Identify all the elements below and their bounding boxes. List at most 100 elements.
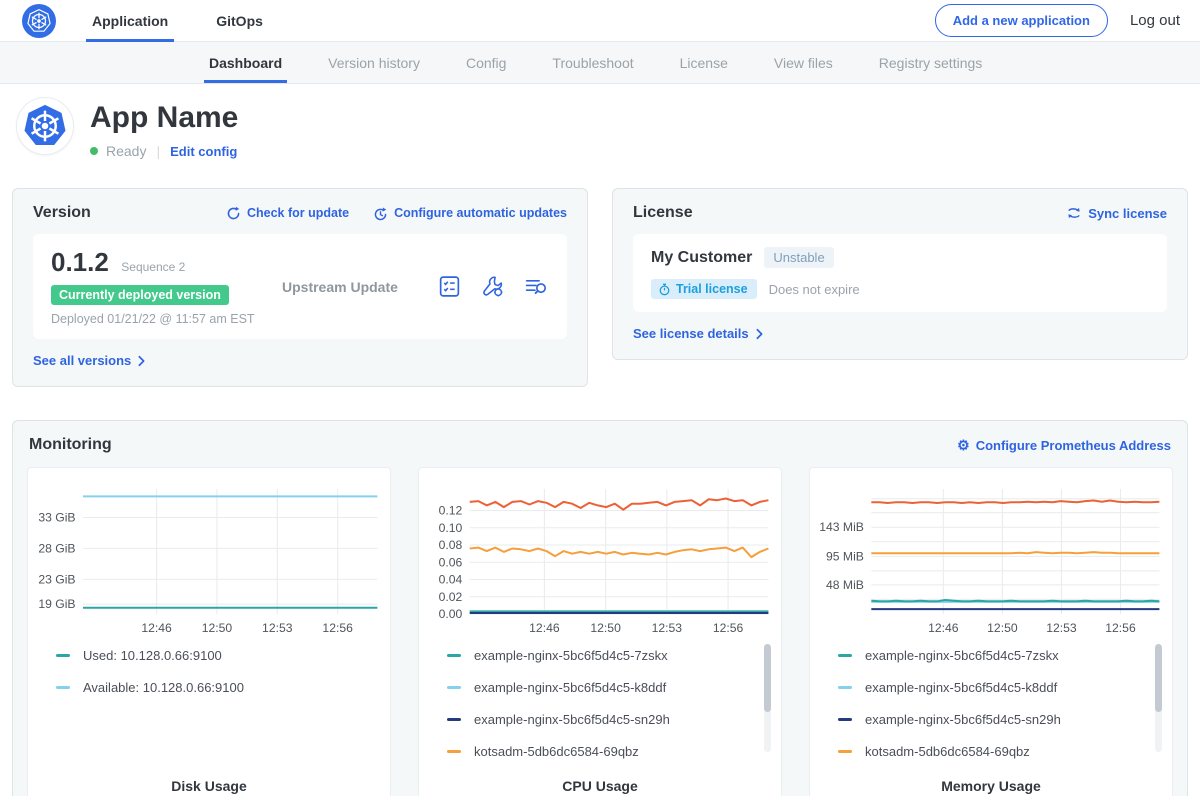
- memory-usage-title: Memory Usage: [812, 778, 1170, 794]
- svg-text:12:53: 12:53: [1046, 621, 1077, 635]
- legend-item: kotsadm-5db6dc6584-69qbz: [447, 744, 761, 759]
- legend-item: kotsadm-5db6dc6584-69qbz: [838, 744, 1152, 759]
- series-color-dash: [447, 686, 461, 689]
- legend-item: example-nginx-5bc6f5d4c5-sn29h: [447, 712, 761, 727]
- currently-deployed-badge: Currently deployed version: [51, 285, 229, 305]
- tab-config-label: Config: [466, 55, 506, 71]
- legend-scrollbar-thumb[interactable]: [764, 644, 771, 712]
- configure-automatic-updates-link[interactable]: Configure automatic updates: [373, 206, 567, 221]
- see-license-details-link[interactable]: See license details: [633, 326, 764, 341]
- page-title: App Name: [90, 101, 238, 135]
- monitoring-section: Monitoring ⚙ Configure Prometheus Addres…: [12, 420, 1188, 796]
- nav-tab-application[interactable]: Application: [86, 0, 174, 42]
- trial-license-label: Trial license: [676, 282, 748, 296]
- memory-usage-chart-card: 48 MiB95 MiB143 MiB12:4612:5012:5312:56 …: [809, 467, 1173, 796]
- trial-license-badge: Trial license: [651, 279, 757, 299]
- configure-automatic-updates-label: Configure automatic updates: [394, 206, 567, 220]
- legend-scrollbar-thumb[interactable]: [1155, 644, 1162, 712]
- license-card-title: License: [633, 204, 693, 222]
- legend-label: Used: 10.128.0.66:9100: [83, 648, 222, 663]
- legend-scrollbar-track[interactable]: [1155, 644, 1162, 752]
- view-logs-icon[interactable]: [523, 274, 549, 299]
- svg-text:12:56: 12:56: [322, 621, 353, 635]
- nav-tab-gitops[interactable]: GitOps: [210, 0, 269, 42]
- sync-license-link[interactable]: Sync license: [1066, 206, 1167, 221]
- kubernetes-app-icon: [22, 103, 68, 149]
- stopwatch-icon: [658, 283, 671, 296]
- license-expiry: Does not expire: [769, 282, 860, 297]
- legend-item: example-nginx-5bc6f5d4c5-7zskx: [447, 648, 761, 663]
- svg-text:48 MiB: 48 MiB: [826, 578, 864, 592]
- series-color-dash: [838, 686, 852, 689]
- tab-license[interactable]: License: [657, 42, 751, 83]
- tab-troubleshoot[interactable]: Troubleshoot: [529, 42, 656, 83]
- tab-registry-settings-label: Registry settings: [879, 55, 982, 71]
- gear-icon: ⚙: [957, 438, 970, 452]
- cpu-usage-title: CPU Usage: [421, 778, 779, 794]
- legend-label: kotsadm-5db6dc6584-69qbz: [474, 744, 639, 759]
- check-for-update-link[interactable]: Check for update: [226, 206, 349, 221]
- legend-label: example-nginx-5bc6f5d4c5-sn29h: [865, 712, 1061, 727]
- memory-usage-legend: example-nginx-5bc6f5d4c5-7zskxexample-ng…: [812, 640, 1170, 778]
- svg-text:12:50: 12:50: [202, 621, 233, 635]
- see-license-details-label: See license details: [633, 326, 749, 341]
- refresh-icon: [226, 206, 241, 221]
- cpu-usage-chart: 0.000.020.040.060.080.100.1212:4612:5012…: [421, 480, 779, 640]
- legend-item: example-nginx-5bc6f5d4c5-k8ddf: [447, 680, 761, 695]
- svg-text:33 GiB: 33 GiB: [38, 511, 75, 525]
- tab-view-files[interactable]: View files: [751, 42, 856, 83]
- svg-text:0.06: 0.06: [439, 556, 463, 570]
- legend-label: Available: 10.128.0.66:9100: [83, 680, 244, 695]
- version-source-label: Upstream Update: [276, 279, 437, 295]
- svg-text:12:56: 12:56: [713, 621, 744, 635]
- app-header: App Name Ready | Edit config: [0, 84, 1200, 180]
- logout-link[interactable]: Log out: [1130, 12, 1180, 29]
- series-color-dash: [838, 654, 852, 657]
- series-color-dash: [838, 718, 852, 721]
- check-for-update-label: Check for update: [247, 206, 349, 220]
- add-new-application-button[interactable]: Add a new application: [935, 4, 1108, 37]
- app-avatar: [16, 97, 74, 155]
- svg-text:12:50: 12:50: [590, 621, 621, 635]
- svg-text:0.00: 0.00: [439, 607, 463, 621]
- kubernetes-logo-icon: [22, 4, 56, 38]
- disk-usage-legend: Used: 10.128.0.66:9100 Available: 10.128.…: [30, 640, 388, 778]
- svg-text:12:50: 12:50: [987, 621, 1018, 635]
- tab-registry-settings[interactable]: Registry settings: [856, 42, 1005, 83]
- see-all-versions-link[interactable]: See all versions: [33, 353, 146, 368]
- license-card: License Sync license My Customer Unstabl…: [612, 188, 1188, 360]
- preflight-checks-icon[interactable]: [437, 274, 462, 299]
- edit-config-link[interactable]: Edit config: [170, 144, 237, 159]
- tab-dashboard[interactable]: Dashboard: [186, 42, 305, 83]
- legend-item: example-nginx-5bc6f5d4c5-k8ddf: [838, 680, 1152, 695]
- configure-prometheus-link[interactable]: ⚙ Configure Prometheus Address: [957, 438, 1171, 453]
- chevron-right-icon: [137, 355, 146, 367]
- svg-text:0.08: 0.08: [439, 538, 463, 552]
- svg-text:12:53: 12:53: [262, 621, 293, 635]
- version-card-title: Version: [33, 204, 91, 222]
- sync-icon: [1066, 206, 1082, 220]
- legend-item: example-nginx-5bc6f5d4c5-sn29h: [838, 712, 1152, 727]
- deployed-timestamp: Deployed 01/21/22 @ 11:57 am EST: [51, 312, 276, 326]
- tab-version-history-label: Version history: [328, 55, 420, 71]
- series-color-dash: [447, 718, 461, 721]
- series-color-dash: [56, 654, 70, 657]
- customer-name: My Customer: [651, 249, 752, 267]
- status-text: Ready: [106, 143, 146, 159]
- series-color-dash: [838, 750, 852, 753]
- divider: |: [154, 143, 162, 159]
- legend-item: Available: 10.128.0.66:9100: [56, 680, 370, 695]
- tab-config[interactable]: Config: [443, 42, 529, 83]
- tab-troubleshoot-label: Troubleshoot: [552, 55, 633, 71]
- cpu-usage-chart-card: 0.000.020.040.060.080.100.1212:4612:5012…: [418, 467, 782, 796]
- svg-text:19 GiB: 19 GiB: [38, 597, 75, 611]
- edit-config-wrench-icon[interactable]: [480, 274, 505, 299]
- version-card: Version Check for update Configure au: [12, 188, 588, 387]
- svg-text:12:56: 12:56: [1105, 621, 1136, 635]
- legend-scrollbar-track[interactable]: [764, 644, 771, 752]
- svg-text:12:46: 12:46: [928, 621, 959, 635]
- tab-version-history[interactable]: Version history: [305, 42, 443, 83]
- disk-usage-chart-card: 19 GiB23 GiB28 GiB33 GiB12:4612:5012:531…: [27, 467, 391, 796]
- legend-label: example-nginx-5bc6f5d4c5-k8ddf: [865, 680, 1057, 695]
- svg-text:28 GiB: 28 GiB: [38, 542, 75, 556]
